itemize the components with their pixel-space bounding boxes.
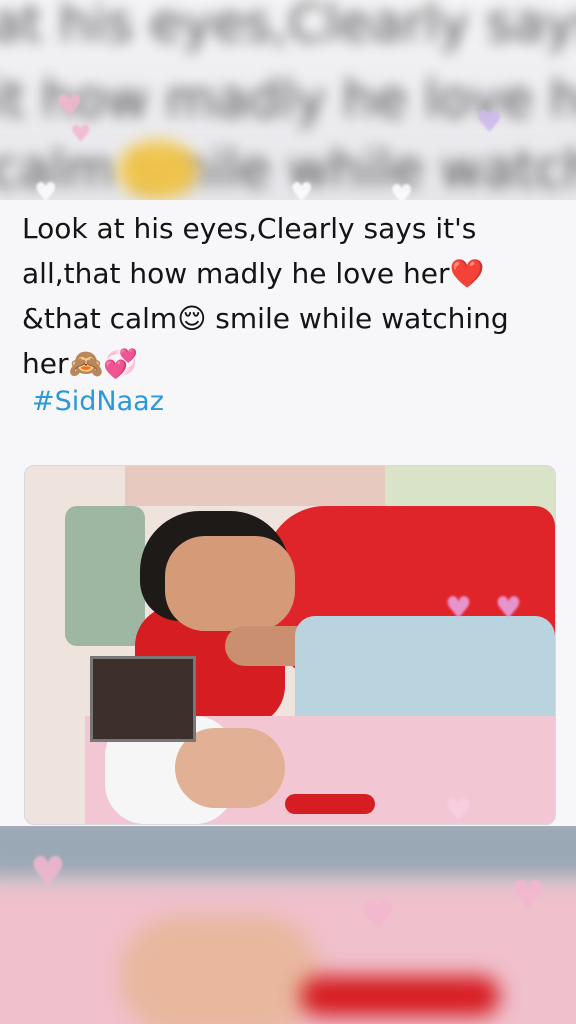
blurred-background-top: at his eyes,Clearly says it it how madly… (0, 0, 576, 200)
red-strap (285, 794, 375, 814)
tweet-line-text: her (22, 347, 69, 380)
tweet-card: Look at his eyes,Clearly says it's all,t… (0, 200, 576, 826)
blur-shape (300, 976, 500, 1016)
red-heart-icon: ❤️ (449, 257, 485, 290)
blur-shape (0, 826, 576, 876)
cushion (65, 506, 145, 646)
heart-icon: ♥ (290, 178, 314, 200)
heart-icon: ♥ (34, 178, 58, 200)
heart-icon: ♥ (390, 180, 414, 200)
heart-icon: ♥ (360, 893, 396, 939)
tweet-photo[interactable]: ♥ ♥ ♥ (24, 465, 556, 825)
revolving-hearts-icon: 💞 (103, 347, 139, 380)
blurred-text-line: at his eyes,Clearly says it (0, 0, 576, 54)
heart-icon: ♥ (445, 591, 472, 626)
blur-shape (120, 916, 320, 1024)
tweet-line: &that calm😌 smile while watching (22, 296, 562, 341)
heart-icon: ♥ (70, 120, 92, 148)
heart-icon: ♥ (476, 105, 503, 140)
tweet-line-text: Look at his eyes,Clearly says it's (22, 212, 477, 245)
heart-icon: ♥ (495, 591, 522, 626)
wall (125, 466, 385, 506)
blurred-emoji (118, 140, 198, 200)
relieved-face-icon: 😌 (177, 302, 207, 335)
tweet-line: all,that how madly he love her❤️ (22, 251, 562, 296)
heart-icon: ♥ (30, 849, 66, 895)
see-no-evil-monkey-icon: 🙈 (68, 347, 104, 380)
heart-icon: ♥ (445, 793, 472, 825)
heart-icon: ♥ (56, 89, 83, 124)
heart-icon: ♥ (510, 873, 546, 919)
blurred-text-line: calm smile while watching (0, 140, 576, 200)
photo-frame (90, 656, 196, 742)
blurred-background-bottom: ♥ ♥ ♥ (0, 826, 576, 1024)
face (165, 536, 295, 631)
tweet-line-text: &that calm (22, 302, 178, 335)
tweet-line: Look at his eyes,Clearly says it's (22, 206, 562, 251)
hashtag-link[interactable]: #SidNaaz (32, 386, 164, 417)
tweet-text: Look at his eyes,Clearly says it's all,t… (22, 206, 562, 386)
tweet-line-text: smile while watching (206, 302, 509, 335)
tweet-line: her🙈💞 (22, 341, 562, 386)
tweet-line-text: all,that how madly he love her (22, 257, 450, 290)
